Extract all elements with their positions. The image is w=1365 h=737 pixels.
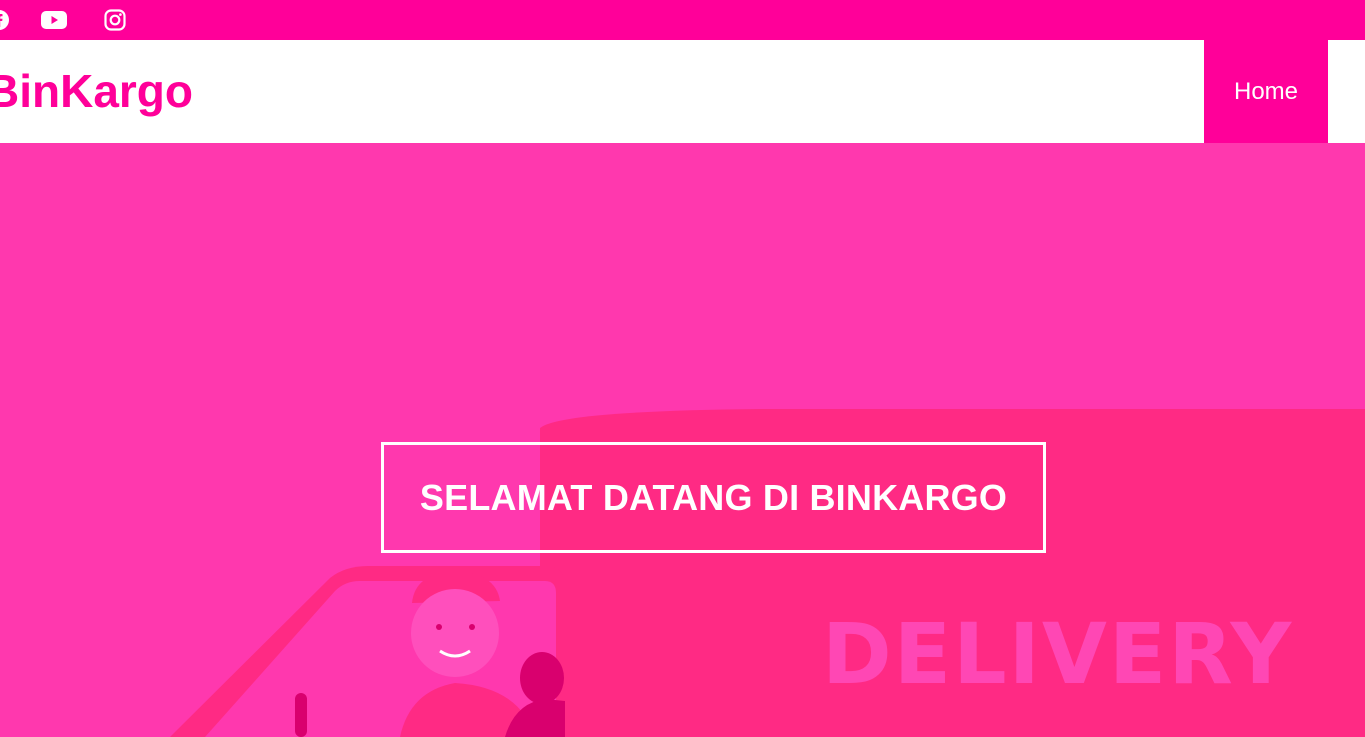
facebook-link[interactable] [0, 7, 12, 33]
instagram-link[interactable] [102, 7, 128, 33]
top-bar [0, 0, 1365, 40]
hero-banner: DELIVERY SELAMAT DATANG DI BINKARGO [0, 143, 1365, 737]
youtube-link[interactable] [41, 7, 67, 33]
instagram-icon [104, 9, 126, 31]
nav-item-home[interactable]: Home [1204, 40, 1328, 143]
site-header: BinKargo Home [0, 40, 1365, 143]
truck-delivery-text: DELIVERY [822, 605, 1294, 703]
site-logo[interactable]: BinKargo [0, 64, 193, 118]
hero-title: SELAMAT DATANG DI BINKARGO [381, 442, 1046, 553]
facebook-icon [0, 10, 9, 30]
youtube-icon [41, 11, 67, 29]
